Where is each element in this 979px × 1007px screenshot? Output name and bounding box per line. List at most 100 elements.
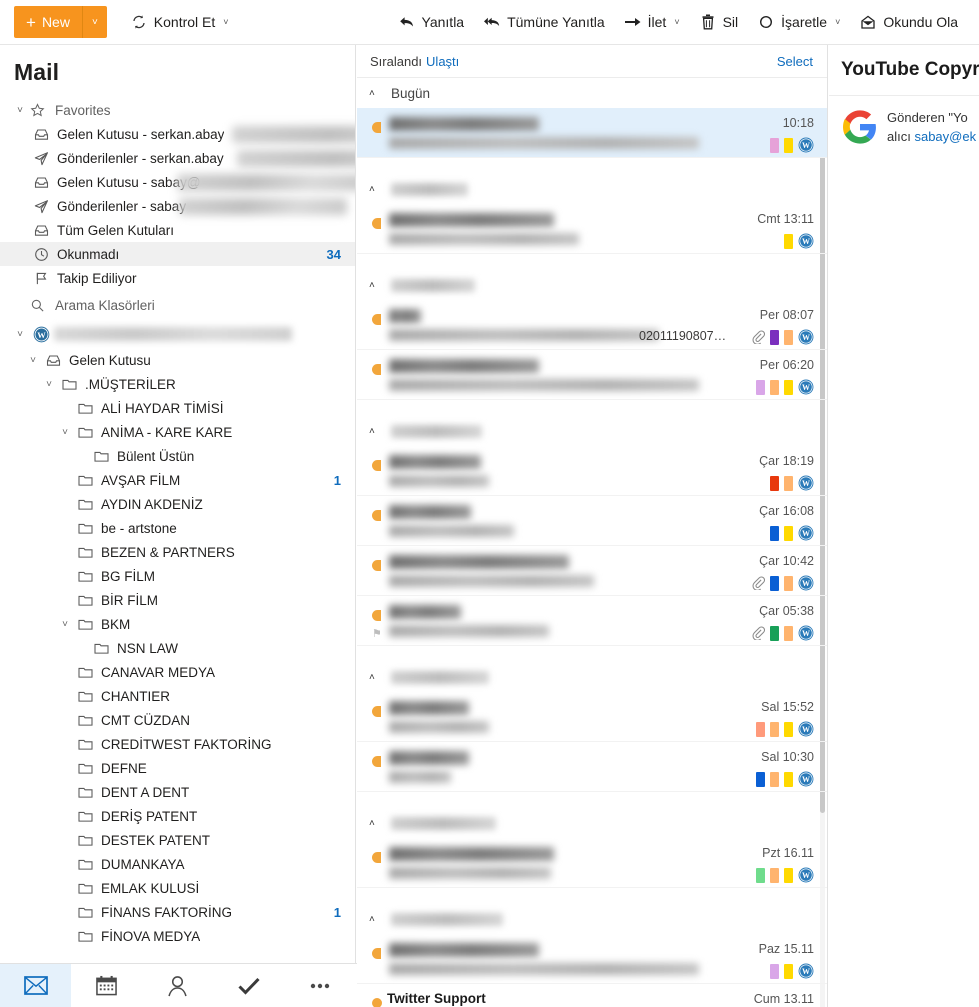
- folder-icon: [74, 690, 96, 703]
- folder-item-10[interactable]: BİR FİLM: [0, 588, 355, 612]
- folder-item-19[interactable]: DERİŞ PATENT: [0, 804, 355, 828]
- message-list-item[interactable]: Paz 15.11 W: [357, 934, 827, 984]
- favorite-item-6[interactable]: Takip Ediliyor: [0, 266, 355, 290]
- chevron-up-icon[interactable]: ˄: [369, 184, 391, 195]
- reply-button[interactable]: Yanıtla: [389, 6, 475, 38]
- category-color: [770, 625, 779, 641]
- folder-item-2[interactable]: ALİ HAYDAR TİMİSİ: [0, 396, 355, 420]
- chevron-down-icon[interactable]: ˅: [40, 379, 58, 390]
- folder-item-20[interactable]: DESTEK PATENT: [0, 828, 355, 852]
- folder-item-9[interactable]: BG FİLM: [0, 564, 355, 588]
- favorite-item-5[interactable]: Okunmadı 34: [0, 242, 355, 266]
- nav-calendar[interactable]: [71, 964, 142, 1007]
- message-list-item[interactable]: Per 08:07 02011190807… W: [357, 300, 827, 350]
- reply-all-button[interactable]: Tümüne Yanıtla: [474, 6, 615, 38]
- folder-item-6[interactable]: AYDIN AKDENİZ: [0, 492, 355, 516]
- folder-item-22[interactable]: EMLAK KULUSİ: [0, 876, 355, 900]
- flag-button[interactable]: İşaretle ˅: [748, 6, 850, 38]
- search-folders-item[interactable]: Arama Klasörleri: [0, 290, 355, 320]
- folder-item-23[interactable]: FİNANS FAKTORİNG 1: [0, 900, 355, 924]
- page-title: Mail: [14, 59, 60, 85]
- folder-item-7[interactable]: be - artstone: [0, 516, 355, 540]
- forward-button[interactable]: İlet ˅: [615, 6, 690, 38]
- chevron-up-icon[interactable]: ˄: [369, 426, 391, 437]
- chevron-down-icon[interactable]: ˅: [24, 355, 42, 366]
- chevron-down-icon[interactable]: ˅: [56, 619, 74, 630]
- chevron-up-icon[interactable]: ˄: [369, 914, 391, 925]
- message-timestamp: Çar 05:38: [759, 604, 814, 618]
- date-group-header-2[interactable]: ˄: [357, 270, 827, 300]
- folder-item-8[interactable]: BEZEN & PARTNERS: [0, 540, 355, 564]
- chevron-down-icon[interactable]: ˅: [223, 17, 228, 27]
- message-list-item[interactable]: 10:18 W: [357, 108, 827, 158]
- nav-more[interactable]: [284, 964, 355, 1007]
- favorite-item-4[interactable]: Tüm Gelen Kutuları: [0, 218, 355, 242]
- folder-item-0[interactable]: ˅ Gelen Kutusu: [0, 348, 355, 372]
- folder-item-3[interactable]: ˅ ANİMA - KARE KARE: [0, 420, 355, 444]
- message-list-item[interactable]: Pzt 16.11 W: [357, 838, 827, 888]
- message-list-item[interactable]: Cmt 13:11 W: [357, 204, 827, 254]
- chevron-down-icon[interactable]: ˅: [835, 17, 840, 27]
- check-mail-button[interactable]: Kontrol Et ˅: [121, 6, 239, 38]
- wordpress-icon: W: [798, 525, 814, 541]
- message-list-item[interactable]: Twitter Support Cum 13.11: [357, 984, 827, 1007]
- nav-people[interactable]: [142, 964, 213, 1007]
- folder-item-16[interactable]: CREDİTWEST FAKTORİNG: [0, 732, 355, 756]
- folder-item-17[interactable]: DEFNE: [0, 756, 355, 780]
- favorites-header[interactable]: ˅ Favorites: [0, 98, 355, 122]
- message-list-item[interactable]: Per 06:20 W: [357, 350, 827, 400]
- folder-item-24[interactable]: FİNOVA MEDYA: [0, 924, 355, 948]
- message-list-item[interactable]: Sal 15:52 W: [357, 692, 827, 742]
- message-meta: W: [756, 867, 814, 883]
- chevron-down-icon[interactable]: ˅: [10, 105, 30, 116]
- date-group-header-3[interactable]: ˄: [357, 416, 827, 446]
- folder-item-1[interactable]: ˅ .MÜŞTERİLER: [0, 372, 355, 396]
- folder-item-11[interactable]: ˅ BKM: [0, 612, 355, 636]
- date-group-header-5[interactable]: ˄: [357, 808, 827, 838]
- message-list-item[interactable]: Çar 18:19 W: [357, 446, 827, 496]
- nav-mail[interactable]: [0, 963, 71, 1007]
- delete-button[interactable]: Sil: [690, 6, 749, 38]
- folder-item-label: DESTEK PATENT: [101, 832, 211, 848]
- folder-item-15[interactable]: CMT CÜZDAN: [0, 708, 355, 732]
- recipient-email-link[interactable]: sabay@ek: [914, 129, 976, 144]
- message-list-pane: Sıralandı Ulaştı Select ˄ Bugün 10:18 W ˄ Cmt …: [357, 45, 828, 1007]
- mark-read-button[interactable]: Okundu Ola: [850, 6, 968, 38]
- folder-item-4[interactable]: Bülent Üstün: [0, 444, 355, 468]
- folder-item-label: CHANTIER: [101, 688, 171, 704]
- date-group-header-6[interactable]: ˄: [357, 904, 827, 934]
- account-root[interactable]: ˅ W: [0, 320, 355, 348]
- chevron-up-icon[interactable]: ˄: [369, 672, 391, 683]
- message-list-item[interactable]: Çar 16:08 W: [357, 496, 827, 546]
- date-group-header-0[interactable]: ˄ Bugün: [357, 78, 827, 108]
- new-mail-button[interactable]: + New ˅: [14, 6, 107, 38]
- folder-item-18[interactable]: DENT A DENT: [0, 780, 355, 804]
- folder-item-12[interactable]: NSN LAW: [0, 636, 355, 660]
- sort-label: Sıralandı: [370, 53, 423, 69]
- chevron-up-icon[interactable]: ˄: [369, 280, 391, 291]
- chevron-up-icon[interactable]: ˄: [369, 88, 391, 99]
- new-button-dropdown[interactable]: ˅: [81, 6, 107, 38]
- select-button[interactable]: Select: [777, 54, 813, 69]
- chevron-down-icon[interactable]: ˅: [56, 427, 74, 438]
- folder-item-14[interactable]: CHANTIER: [0, 684, 355, 708]
- flag-icon[interactable]: ⚑: [372, 627, 382, 640]
- message-list-item[interactable]: Sal 10:30 W: [357, 742, 827, 792]
- message-list[interactable]: ˄ Bugün 10:18 W ˄ Cmt 13:11 W ˄ Per 08:07 0201119…: [357, 78, 827, 1007]
- chevron-up-icon[interactable]: ˄: [369, 818, 391, 829]
- date-group-header-1[interactable]: ˄: [357, 174, 827, 204]
- folder-item-5[interactable]: AVŞAR FİLM 1: [0, 468, 355, 492]
- message-list-item[interactable]: Çar 10:42 W: [357, 546, 827, 596]
- sort-value[interactable]: Ulaştı: [426, 54, 459, 69]
- chevron-down-icon[interactable]: ˅: [674, 17, 679, 27]
- folder-item-21[interactable]: DUMANKAYA: [0, 852, 355, 876]
- date-group-header-4[interactable]: ˄: [357, 662, 827, 692]
- nav-tasks[interactable]: [213, 964, 284, 1007]
- folder-item-13[interactable]: CANAVAR MEDYA: [0, 660, 355, 684]
- sort-control[interactable]: Sıralandı Ulaştı: [370, 54, 459, 69]
- chevron-down-icon[interactable]: ˅: [10, 329, 30, 340]
- wordpress-icon: W: [798, 771, 814, 787]
- message-list-item[interactable]: ⚑ Çar 05:38 W: [357, 596, 827, 646]
